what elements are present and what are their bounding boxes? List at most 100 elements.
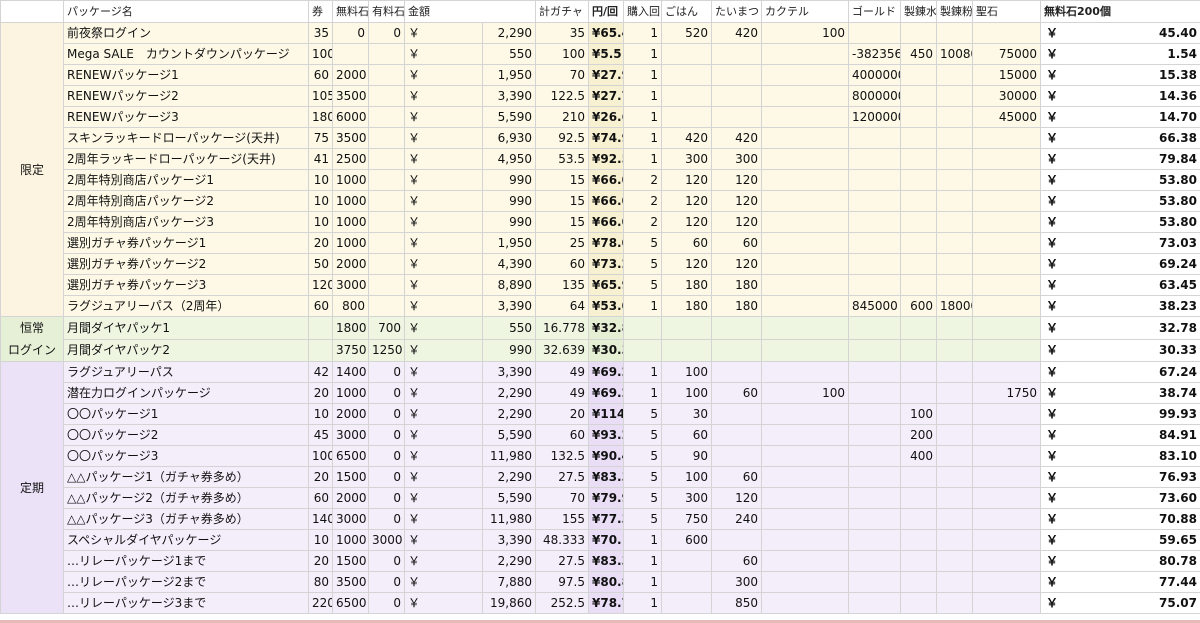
cell-gold[interactable]: 845000	[848, 295, 901, 317]
cell-purchase-count[interactable]: 1	[623, 550, 662, 572]
cell-taimatsu[interactable]	[711, 316, 762, 340]
cell-seiseki[interactable]	[972, 232, 1041, 254]
cell-powder[interactable]	[936, 169, 973, 191]
cell-total-gacha[interactable]: 32.639	[535, 338, 589, 362]
cell-purchase-count[interactable]	[623, 338, 662, 362]
yen-sign[interactable]: ￥	[404, 85, 483, 107]
cell-price[interactable]: 4,390	[482, 253, 536, 275]
cell-free200-price[interactable]: ￥ 77.44	[1040, 571, 1200, 593]
cell-price[interactable]: 5,590	[482, 424, 536, 446]
cell-total-gacha[interactable]: 53.5	[535, 148, 589, 170]
cell-powder[interactable]	[936, 403, 973, 425]
cell-seiseki[interactable]	[972, 338, 1041, 362]
cell-gold[interactable]	[848, 424, 901, 446]
cell-seiseki[interactable]	[972, 127, 1041, 149]
cell-price[interactable]: 3,390	[482, 85, 536, 107]
cell-free-stones[interactable]: 1500	[332, 550, 369, 572]
cell-crystal[interactable]	[900, 127, 937, 149]
cell-crystal[interactable]	[900, 529, 937, 551]
cell-paid-stones[interactable]: 0	[368, 22, 405, 44]
cell-package-name[interactable]: △△パッケージ2（ガチャ券多め）	[63, 487, 309, 509]
cell-gold[interactable]: -382356.6	[848, 43, 901, 65]
cell-cocktail[interactable]	[761, 274, 849, 296]
cell-free200-price[interactable]: ￥ 32.78	[1040, 316, 1200, 340]
cell-yen-per-pull[interactable]: ¥79.9	[588, 487, 624, 509]
cell-total-gacha[interactable]: 252.5	[535, 592, 589, 614]
cell-seiseki[interactable]: 1750	[972, 382, 1041, 404]
cell-total-gacha[interactable]: 35	[535, 22, 589, 44]
cell-free-stones[interactable]: 3000	[332, 274, 369, 296]
cell-crystal[interactable]	[900, 22, 937, 44]
cell-seiseki[interactable]	[972, 550, 1041, 572]
cell-gold[interactable]: 4000000	[848, 64, 901, 86]
cell-package-name[interactable]: 2周年特別商店パッケージ2	[63, 190, 309, 212]
cell-free-stones[interactable]: 2000	[332, 403, 369, 425]
cell-package-name[interactable]: 選別ガチャ券パッケージ2	[63, 253, 309, 275]
cell-yen-per-pull[interactable]: ¥30.3	[588, 338, 624, 362]
cell-total-gacha[interactable]: 210	[535, 106, 589, 128]
cell-paid-stones[interactable]	[368, 232, 405, 254]
cell-gohan[interactable]: 60	[661, 232, 712, 254]
cell-free200-price[interactable]: ￥ 76.93	[1040, 466, 1200, 488]
cell-package-name[interactable]: 前夜祭ログイン	[63, 22, 309, 44]
cell-crystal[interactable]	[900, 190, 937, 212]
header-free-stones[interactable]: 無料石	[332, 0, 369, 23]
cell-price[interactable]: 990	[482, 169, 536, 191]
cell-yen-per-pull[interactable]: ¥83.3	[588, 466, 624, 488]
cell-taimatsu[interactable]: 300	[711, 571, 762, 593]
cell-taimatsu[interactable]: 60	[711, 232, 762, 254]
cell-package-name[interactable]: スペシャルダイヤパッケージ	[63, 529, 309, 551]
cell-taimatsu[interactable]	[711, 43, 762, 65]
cell-total-gacha[interactable]: 15	[535, 211, 589, 233]
yen-sign[interactable]: ￥	[404, 316, 483, 340]
cell-ken-count[interactable]: 10	[308, 169, 333, 191]
cell-crystal[interactable]	[900, 592, 937, 614]
cell-paid-stones[interactable]	[368, 85, 405, 107]
cell-purchase-count[interactable]: 5	[623, 253, 662, 275]
cell-cocktail[interactable]	[761, 211, 849, 233]
cell-gohan[interactable]	[661, 43, 712, 65]
cell-price[interactable]: 2,290	[482, 22, 536, 44]
cell-seiseki[interactable]	[972, 169, 1041, 191]
yen-sign[interactable]: ￥	[404, 382, 483, 404]
cell-cocktail[interactable]	[761, 106, 849, 128]
cell-taimatsu[interactable]: 420	[711, 127, 762, 149]
cell-package-name[interactable]: 月間ダイヤパッケ1	[63, 316, 309, 340]
cell-paid-stones[interactable]: 0	[368, 592, 405, 614]
cell-gold[interactable]	[848, 445, 901, 467]
cell-package-name[interactable]: Mega SALE カウントダウンパッケージ	[63, 43, 309, 65]
cell-free-stones[interactable]: 800	[332, 295, 369, 317]
cell-package-name[interactable]: RENEWパッケージ1	[63, 64, 309, 86]
cell-cocktail[interactable]	[761, 508, 849, 530]
cell-powder[interactable]	[936, 382, 973, 404]
cell-powder[interactable]	[936, 529, 973, 551]
cell-crystal[interactable]: 450	[900, 43, 937, 65]
cell-powder[interactable]	[936, 508, 973, 530]
cell-gohan[interactable]: 120	[661, 169, 712, 191]
cell-ken-count[interactable]: 60	[308, 487, 333, 509]
cell-price[interactable]: 1,950	[482, 232, 536, 254]
cell-ken-count[interactable]: 60	[308, 64, 333, 86]
cell-ken-count[interactable]: 41	[308, 148, 333, 170]
cell-gohan[interactable]: 520	[661, 22, 712, 44]
cell-gohan[interactable]: 90	[661, 445, 712, 467]
cell-gohan[interactable]: 600	[661, 529, 712, 551]
cell-total-gacha[interactable]: 122.5	[535, 85, 589, 107]
cell-powder[interactable]	[936, 445, 973, 467]
cell-taimatsu[interactable]	[711, 85, 762, 107]
cell-gohan[interactable]: 120	[661, 190, 712, 212]
cell-free-stones[interactable]: 1000	[332, 382, 369, 404]
cell-paid-stones[interactable]	[368, 106, 405, 128]
cell-yen-per-pull[interactable]: ¥69.2	[588, 382, 624, 404]
header-seiseki[interactable]: 聖石	[972, 0, 1041, 23]
cell-seiseki[interactable]	[972, 403, 1041, 425]
cell-yen-per-pull[interactable]: ¥66.0	[588, 190, 624, 212]
cell-price[interactable]: 2,290	[482, 550, 536, 572]
cell-yen-per-pull[interactable]: ¥78.0	[588, 232, 624, 254]
cell-gohan[interactable]: 100	[661, 466, 712, 488]
cell-seiseki[interactable]	[972, 211, 1041, 233]
cell-taimatsu[interactable]: 120	[711, 211, 762, 233]
cell-taimatsu[interactable]: 300	[711, 148, 762, 170]
cell-package-name[interactable]: 月間ダイヤパッケ2	[63, 338, 309, 362]
header-powder[interactable]: 製錬粉	[936, 0, 973, 23]
